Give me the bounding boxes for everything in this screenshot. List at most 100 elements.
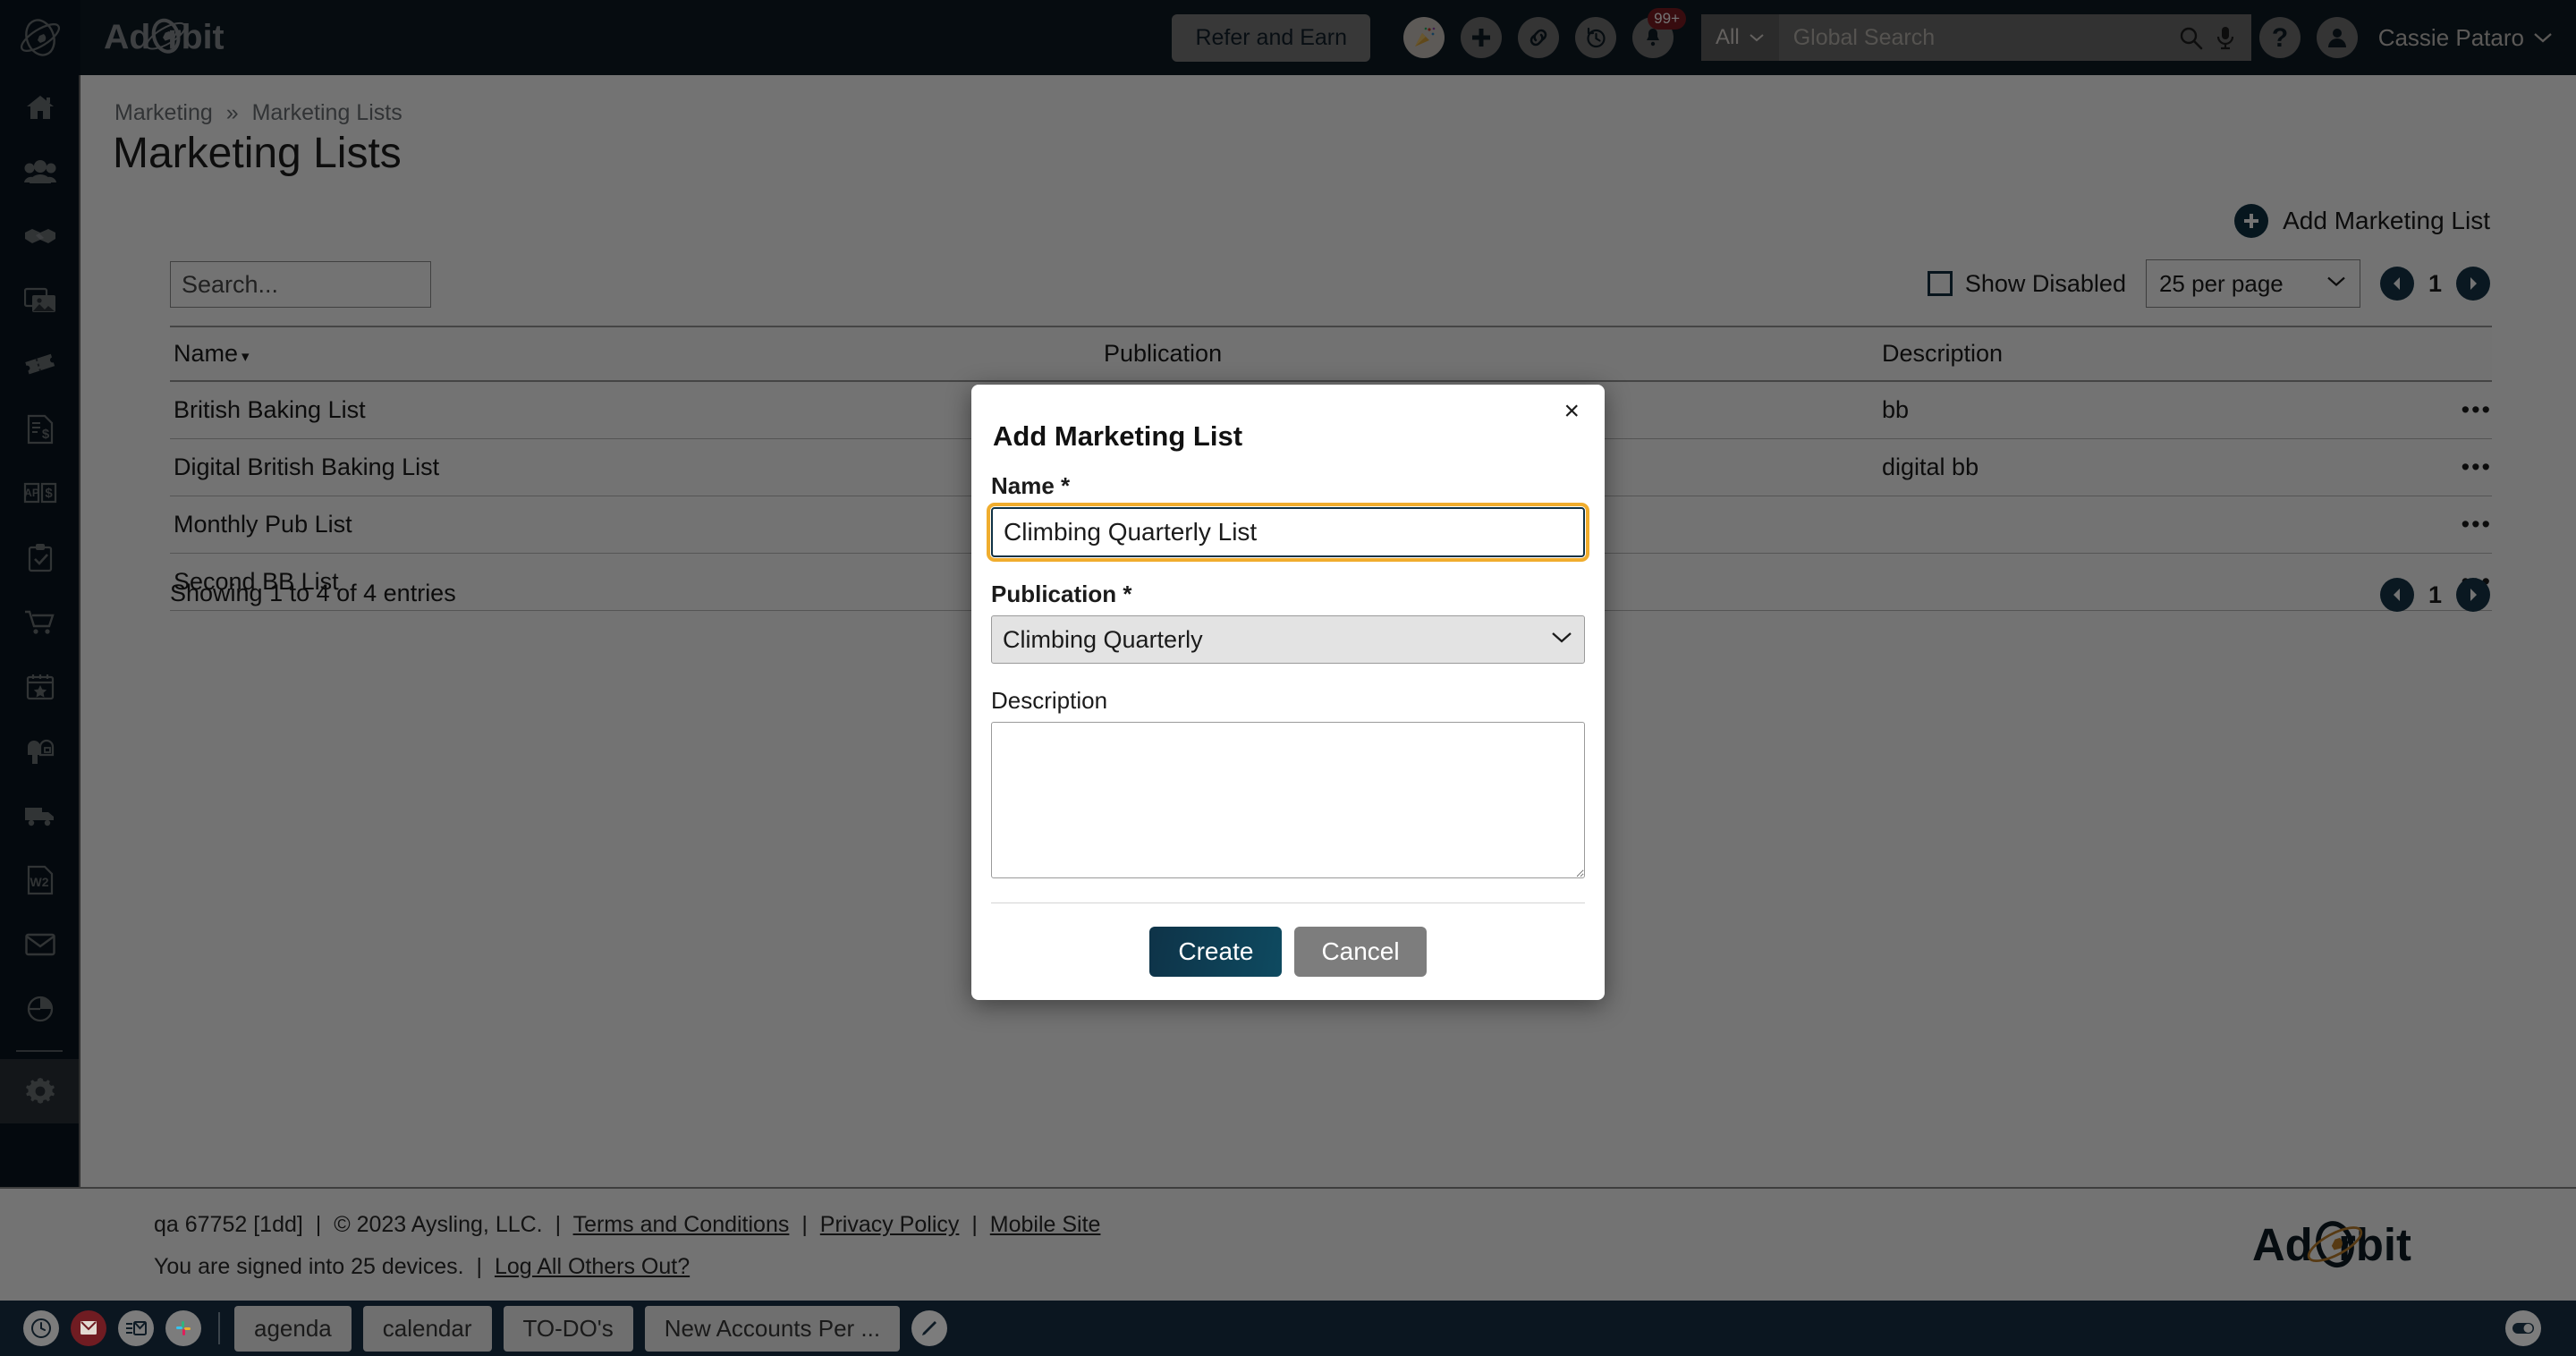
search-action-icons bbox=[2173, 25, 2251, 50]
chevron-right-icon bbox=[2470, 277, 2477, 290]
add-plus-icon[interactable] bbox=[1461, 17, 1503, 58]
taskbar-button-agenda[interactable]: agenda bbox=[234, 1305, 352, 1352]
prev-page-button[interactable] bbox=[2379, 267, 2414, 301]
history-icon[interactable] bbox=[1575, 17, 1617, 58]
taskbar-button-calendar[interactable]: calendar bbox=[362, 1305, 492, 1352]
inbox-mail-icon[interactable] bbox=[71, 1310, 106, 1346]
theme-toggle[interactable] bbox=[2505, 1310, 2541, 1346]
bottom-taskbar: agenda calendar TO-DO's New Accounts Per ..… bbox=[0, 1301, 2576, 1356]
search-scope-dropdown[interactable]: All bbox=[1701, 14, 1779, 61]
log-all-others-out-link[interactable]: Log All Others Out? bbox=[495, 1254, 690, 1279]
app-logo-mark[interactable] bbox=[0, 0, 80, 75]
row-actions-menu-icon[interactable]: ••• bbox=[2451, 496, 2492, 554]
description-textarea[interactable] bbox=[991, 722, 1585, 878]
create-button[interactable]: Create bbox=[1149, 927, 1283, 977]
clock-icon[interactable] bbox=[23, 1310, 59, 1346]
link-icon[interactable] bbox=[1518, 17, 1560, 58]
user-menu-chevron-down-icon[interactable] bbox=[2533, 31, 2553, 44]
cancel-button[interactable]: Cancel bbox=[1294, 927, 1427, 977]
global-search-bar: All bbox=[1701, 14, 2251, 61]
prev-page-button-bottom[interactable] bbox=[2379, 578, 2414, 612]
handshake-icon bbox=[25, 229, 55, 243]
sidebar-item-events[interactable] bbox=[0, 655, 79, 719]
sidebar-item-email[interactable] bbox=[0, 912, 79, 977]
user-name-label[interactable]: Cassie Pataro bbox=[2378, 24, 2524, 52]
plus-circle-icon bbox=[2234, 204, 2269, 238]
name-input[interactable] bbox=[987, 503, 1589, 562]
party-popper-icon[interactable] bbox=[1403, 17, 1445, 58]
chevron-left-icon bbox=[2393, 277, 2400, 290]
calendar-star-icon bbox=[26, 674, 55, 700]
clock-rewind-glyph bbox=[1586, 27, 1606, 47]
table-header-row: Name ▾ Publication Description bbox=[170, 326, 2492, 382]
sidebar-item-invoices[interactable]: $ bbox=[0, 397, 79, 462]
email-with-lines-glyph bbox=[126, 1321, 147, 1335]
sidebar-item-tickets[interactable] bbox=[0, 333, 79, 397]
next-page-button[interactable] bbox=[2456, 267, 2490, 301]
taskbar-button-new-accounts-per[interactable]: New Accounts Per ... bbox=[644, 1305, 901, 1352]
bottom-pagination: 1 bbox=[2379, 578, 2490, 612]
help-icon[interactable]: ? bbox=[2258, 17, 2301, 58]
taskbar-button-to-do-s[interactable]: TO-DO's bbox=[503, 1305, 633, 1352]
footer-adorbit-logo: Ad rbit bbox=[2252, 1219, 2411, 1270]
svg-text:$: $ bbox=[42, 427, 50, 442]
notifications-bell-icon[interactable]: 99+ bbox=[1632, 8, 1687, 58]
add-marketing-list-button[interactable]: Add Marketing List bbox=[2234, 204, 2490, 238]
toggle-switch-icon bbox=[2512, 1323, 2534, 1334]
slack-icon[interactable] bbox=[165, 1310, 201, 1346]
breadcrumb-parent-link[interactable]: Marketing bbox=[114, 100, 213, 125]
sidebar-item-tax-forms[interactable]: W2 bbox=[0, 848, 79, 912]
list-search-input[interactable] bbox=[170, 261, 431, 308]
publication-field-group: Publication * Climbing QuarterlyBritish … bbox=[991, 581, 1585, 664]
sidebar-item-distribution[interactable] bbox=[0, 784, 79, 848]
per-page-select[interactable]: 10 per page25 per page50 per page100 per… bbox=[2145, 259, 2360, 308]
row-actions-menu-icon[interactable]: ••• bbox=[2451, 381, 2492, 439]
sidebar-item-contacts[interactable] bbox=[0, 140, 79, 204]
cell-description bbox=[1878, 496, 2451, 554]
signed-in-devices-text: You are signed into 25 devices. bbox=[154, 1254, 464, 1279]
app-root: Ad rbit Refer and Earn 99+ All Global Se… bbox=[0, 0, 2576, 1356]
publication-select[interactable]: Climbing QuarterlyBritish BakingMonthly … bbox=[991, 615, 1585, 664]
column-header-description[interactable]: Description bbox=[1878, 326, 2451, 382]
edit-pencil-icon[interactable] bbox=[911, 1310, 948, 1346]
avatar[interactable] bbox=[2316, 17, 2358, 58]
clock-glyph bbox=[31, 1318, 51, 1338]
privacy-policy-link[interactable]: Privacy Policy bbox=[820, 1212, 960, 1237]
sidebar-item-reports[interactable] bbox=[0, 977, 79, 1041]
truck-icon bbox=[25, 808, 54, 826]
bell-glyph bbox=[1647, 29, 1660, 47]
sidebar-item-home[interactable] bbox=[0, 75, 79, 140]
sidebar-item-tasks[interactable] bbox=[0, 526, 79, 590]
show-disabled-checkbox[interactable]: Show Disabled bbox=[1927, 270, 2126, 298]
sidebar-item-media[interactable] bbox=[0, 268, 79, 333]
footer-separator: | bbox=[476, 1254, 483, 1279]
global-search-input[interactable] bbox=[1778, 14, 2173, 61]
mobile-site-link[interactable]: Mobile Site bbox=[990, 1212, 1101, 1237]
column-header-publication[interactable]: Publication bbox=[1100, 326, 1878, 382]
sidebar-item-settings[interactable] bbox=[0, 1059, 79, 1123]
page-footer: qa 67752 [1dd] | © 2023 Aysling, LLC. | … bbox=[0, 1187, 2576, 1301]
sidebar-item-accounts-payable[interactable]: AP $ bbox=[0, 462, 79, 526]
add-marketing-list-label: Add Marketing List bbox=[2283, 207, 2490, 234]
app-brand-wordmark[interactable]: Ad rbit bbox=[104, 0, 311, 75]
modal-title: Add Marketing List bbox=[993, 420, 1243, 452]
column-header-name[interactable]: Name ▾ bbox=[170, 326, 1100, 382]
question-mark-glyph: ? bbox=[2272, 23, 2288, 53]
breadcrumb-current-link[interactable]: Marketing Lists bbox=[252, 100, 402, 125]
table-head: Name ▾ Publication Description bbox=[170, 326, 2492, 382]
user-silhouette-icon bbox=[2327, 29, 2346, 47]
sidebar-item-direct-mail[interactable] bbox=[0, 719, 79, 784]
refer-and-earn-button[interactable]: Refer and Earn bbox=[1172, 13, 1371, 62]
close-icon[interactable]: × bbox=[1558, 397, 1585, 426]
row-actions-menu-icon[interactable]: ••• bbox=[2451, 438, 2492, 496]
email-list-icon[interactable] bbox=[118, 1310, 154, 1346]
inbox-envelope-glyph bbox=[80, 1321, 97, 1335]
sort-descending-icon: ▾ bbox=[242, 348, 250, 365]
sidebar-item-sales[interactable] bbox=[0, 204, 79, 268]
search-icon[interactable] bbox=[2178, 25, 2203, 50]
sidebar-item-orders[interactable] bbox=[0, 590, 79, 655]
microphone-icon[interactable] bbox=[2216, 25, 2235, 50]
breadcrumb-separator: » bbox=[225, 100, 239, 125]
next-page-button-bottom[interactable] bbox=[2456, 578, 2490, 612]
terms-and-conditions-link[interactable]: Terms and Conditions bbox=[573, 1212, 790, 1237]
